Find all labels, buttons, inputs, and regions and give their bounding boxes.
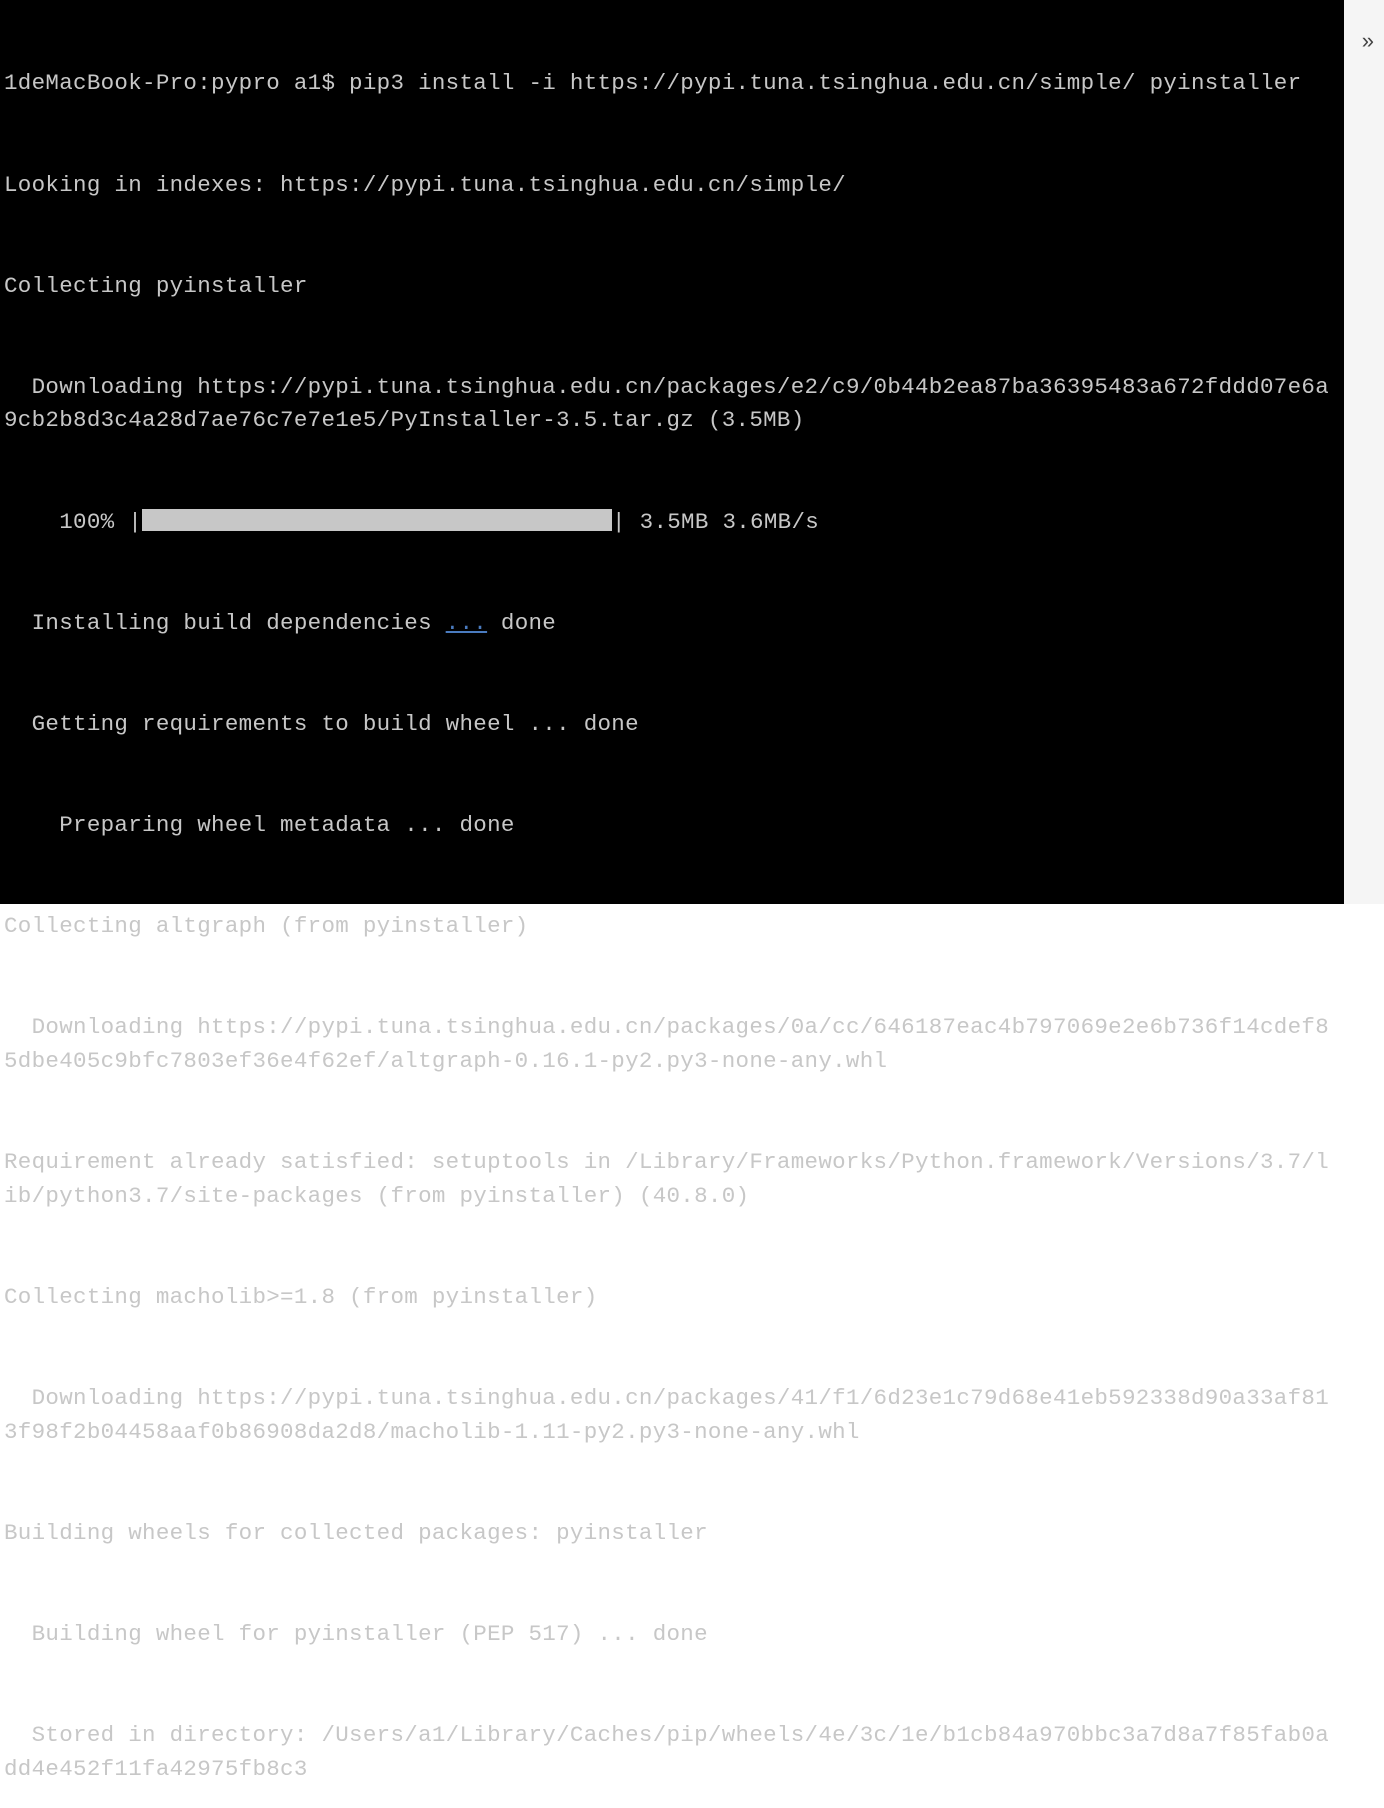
term-line: Building wheel for pyinstaller (PEP 517)… [4, 1618, 1340, 1652]
term-line: Collecting macholib>=1.8 (from pyinstall… [4, 1281, 1340, 1315]
term-line: Getting requirements to build wheel ... … [4, 708, 1340, 742]
term-line: Installing build dependencies ... done [4, 607, 1340, 641]
ellipsis-link[interactable]: ... [446, 610, 487, 636]
term-line: Downloading https://pypi.tuna.tsinghua.e… [4, 1011, 1340, 1078]
term-line: Preparing wheel metadata ... done [4, 809, 1340, 843]
term-line: Collecting altgraph (from pyinstaller) [4, 910, 1340, 944]
term-line: Downloading https://pypi.tuna.tsinghua.e… [4, 371, 1340, 438]
term-line: Downloading https://pypi.tuna.tsinghua.e… [4, 1382, 1340, 1449]
term-line: Looking in indexes: https://pypi.tuna.ts… [4, 169, 1340, 203]
term-line: Requirement already satisfied: setuptool… [4, 1146, 1340, 1213]
term-line: Collecting pyinstaller [4, 270, 1340, 304]
overflow-double-arrow-icon[interactable]: » [1362, 28, 1374, 54]
progress-line: 100% || 3.5MB 3.6MB/s [4, 506, 1340, 540]
term-line: Building wheels for collected packages: … [4, 1517, 1340, 1551]
term-line: 1deMacBook-Pro:pypro a1$ pip3 install -i… [4, 67, 1340, 101]
progress-bar [142, 509, 612, 531]
right-gutter [1344, 0, 1384, 904]
terminal[interactable]: 1deMacBook-Pro:pypro a1$ pip3 install -i… [0, 0, 1344, 904]
term-line: Stored in directory: /Users/a1/Library/C… [4, 1719, 1340, 1786]
